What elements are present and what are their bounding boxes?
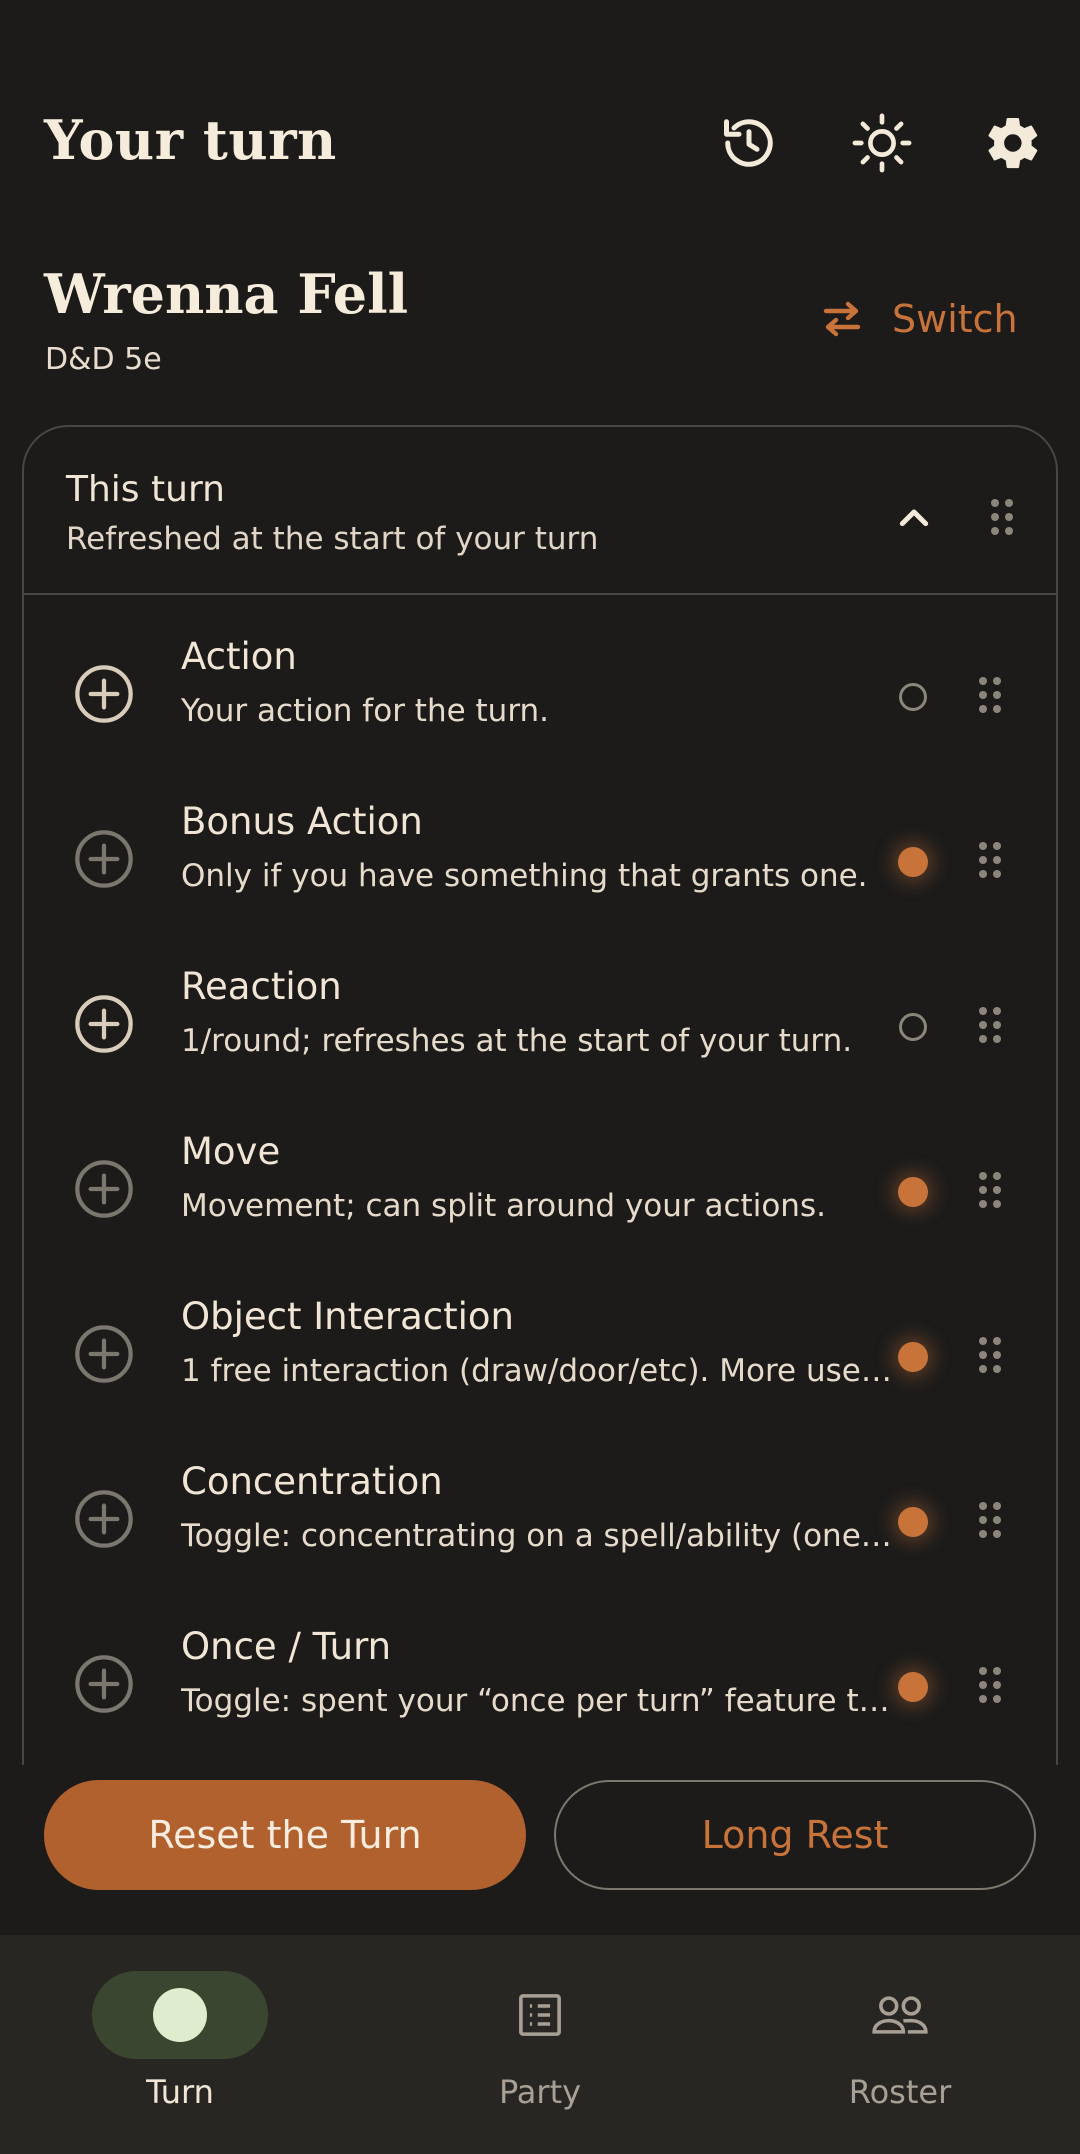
long-rest-button[interactable]: Long Rest: [554, 1780, 1036, 1890]
turn-circle-icon: [153, 1988, 207, 2042]
nav-pill: [812, 1971, 988, 2059]
add-circle-icon[interactable]: [72, 992, 136, 1056]
resource-row[interactable]: Reaction 1/round; refreshes at the start …: [24, 945, 1056, 1110]
status-dot[interactable]: [898, 847, 928, 877]
resource-row[interactable]: Concentration Toggle: concentrating on a …: [24, 1440, 1056, 1605]
reset-turn-button[interactable]: Reset the Turn: [44, 1780, 526, 1890]
turn-resources-card: This turn Refreshed at the start of your…: [22, 425, 1058, 1765]
status-dot[interactable]: [899, 1013, 927, 1041]
group-icon: [872, 1996, 928, 2034]
status-dot[interactable]: [899, 683, 927, 711]
resource-description: Toggle: concentrating on a spell/ability…: [181, 1518, 893, 1554]
bottom-navigation: Turn Party Roster: [0, 1935, 1080, 2154]
resource-row[interactable]: Move Movement; can split around your acti…: [24, 1110, 1056, 1275]
section-header[interactable]: This turn Refreshed at the start of your…: [24, 427, 1056, 595]
history-icon[interactable]: [716, 110, 782, 176]
resource-description: Your action for the turn.: [181, 693, 550, 729]
resource-title: Action: [181, 635, 297, 678]
section-subtitle: Refreshed at the start of your turn: [66, 521, 599, 557]
add-circle-icon[interactable]: [72, 1487, 136, 1551]
resource-title: Bonus Action: [181, 800, 423, 843]
status-dot[interactable]: [898, 1342, 928, 1372]
status-dot[interactable]: [898, 1672, 928, 1702]
resource-description: Only if you have something that grants o…: [181, 858, 868, 894]
nav-label: Turn: [146, 2073, 214, 2111]
resource-description: 1 free interaction (draw/door/etc). More…: [181, 1353, 893, 1389]
add-circle-icon[interactable]: [72, 1322, 136, 1386]
drag-handle-icon[interactable]: [970, 830, 1010, 890]
status-dot[interactable]: [898, 1177, 928, 1207]
character-name: Wrenna Fell: [44, 262, 409, 326]
resource-title: Object Interaction: [181, 1295, 514, 1338]
drag-handle-icon[interactable]: [970, 1325, 1010, 1385]
swap-arrows-icon: [818, 295, 866, 343]
resource-description: Toggle: spent your “once per turn” featu…: [181, 1683, 893, 1719]
top-app-bar: Your turn: [0, 0, 1080, 240]
nav-pill: [92, 1971, 268, 2059]
drag-handle-icon[interactable]: [970, 1490, 1010, 1550]
resource-row[interactable]: Bonus Action Only if you have something t…: [24, 780, 1056, 945]
nav-item-turn[interactable]: Turn: [60, 1971, 300, 2121]
list-icon: [519, 1994, 561, 2036]
resource-title: Concentration: [181, 1460, 443, 1503]
drag-handle-icon[interactable]: [970, 1160, 1010, 1220]
add-circle-icon[interactable]: [72, 1652, 136, 1716]
resource-row[interactable]: Once / Turn Toggle: spent your “once per …: [24, 1605, 1056, 1765]
drag-handle-icon[interactable]: [970, 665, 1010, 725]
brightness-icon[interactable]: [849, 110, 915, 176]
resource-description: 1/round; refreshes at the start of your …: [181, 1023, 853, 1059]
add-circle-icon[interactable]: [72, 1157, 136, 1221]
nav-pill: [452, 1971, 628, 2059]
section-title: This turn: [66, 469, 225, 510]
resource-row[interactable]: Object Interaction 1 free interaction (dr…: [24, 1275, 1056, 1440]
nav-label: Party: [498, 2073, 582, 2111]
status-dot[interactable]: [898, 1507, 928, 1537]
drag-handle-icon[interactable]: [970, 1655, 1010, 1715]
switch-label: Switch: [892, 297, 1018, 341]
resource-title: Move: [181, 1130, 281, 1173]
chevron-up-icon[interactable]: [884, 487, 944, 547]
settings-icon[interactable]: [980, 110, 1046, 176]
resource-row[interactable]: Action Your action for the turn.: [24, 615, 1056, 780]
resource-title: Once / Turn: [181, 1625, 392, 1668]
switch-character-button[interactable]: Switch: [818, 288, 1018, 350]
page-title: Your turn: [44, 108, 337, 172]
nav-label: Roster: [848, 2073, 952, 2111]
drag-handle-icon[interactable]: [970, 995, 1010, 1055]
nav-item-roster[interactable]: Roster: [780, 1971, 1020, 2121]
game-system-label: D&D 5e: [45, 342, 162, 377]
resource-title: Reaction: [181, 965, 342, 1008]
nav-item-party[interactable]: Party: [420, 1971, 660, 2121]
add-circle-icon[interactable]: [72, 827, 136, 891]
resource-description: Movement; can split around your actions.: [181, 1188, 826, 1224]
add-circle-icon[interactable]: [72, 662, 136, 726]
drag-handle-icon[interactable]: [982, 487, 1022, 547]
